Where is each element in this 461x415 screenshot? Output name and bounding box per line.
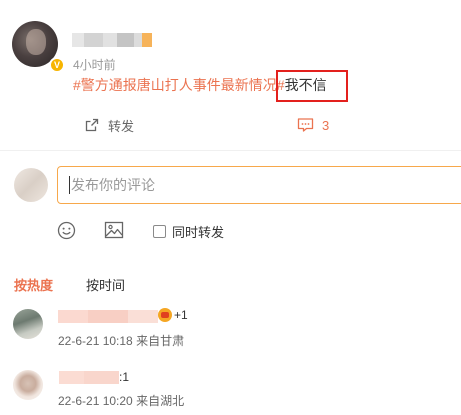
- comment-location: 来自湖北: [136, 394, 185, 408]
- repost-label: 同时转发: [172, 225, 225, 240]
- comment-input-box[interactable]: [57, 166, 461, 204]
- comment-count: 3: [322, 117, 330, 133]
- comment-input[interactable]: [58, 167, 461, 203]
- blurred-name-segment: [88, 310, 128, 323]
- forward-label: 转发: [108, 118, 135, 134]
- emoji-icon[interactable]: [57, 221, 76, 240]
- comment-body: :1: [119, 370, 130, 384]
- comment-date: 22-6-21 10:18: [58, 334, 133, 348]
- tab-sort-hot[interactable]: 按热度: [14, 275, 53, 294]
- comment-icon: [297, 118, 314, 132]
- comment-location: 来自甘肃: [136, 334, 185, 348]
- comment-button[interactable]: 3: [297, 116, 329, 134]
- comment-meta: 22-6-21 10:20 来自湖北: [58, 392, 184, 409]
- current-user-avatar: [14, 168, 48, 202]
- topic-link[interactable]: #警方通报唐山打人事件最新情况#: [73, 77, 285, 93]
- comment-body: +1: [174, 308, 188, 322]
- blurred-name-segment: [83, 33, 104, 47]
- text-caret: [69, 176, 70, 194]
- comment-meta: 22-6-21 10:18 来自甘肃: [58, 332, 184, 349]
- fan-badge-icon: [158, 308, 172, 322]
- highlight-annotation-box: [276, 70, 348, 102]
- image-icon[interactable]: [104, 221, 124, 240]
- commenter-avatar[interactable]: [13, 370, 43, 400]
- forward-icon: [85, 118, 99, 132]
- blurred-name-segment: [58, 310, 88, 323]
- comment-text: :1: [119, 370, 129, 384]
- blurred-name-segment: [72, 33, 84, 47]
- verified-badge: V: [49, 57, 65, 73]
- blurred-name-segment: [142, 33, 152, 47]
- post-author-name[interactable]: [72, 33, 152, 47]
- repost-checkbox[interactable]: 同时转发: [153, 222, 224, 241]
- comment-date: 22-6-21 10:20: [58, 394, 133, 408]
- blurred-name-segment: [128, 310, 158, 323]
- post-time[interactable]: 4小时前: [73, 56, 116, 73]
- blurred-name-segment: [116, 33, 135, 47]
- tab-sort-time[interactable]: 按时间: [86, 275, 125, 294]
- blurred-name-segment: [84, 371, 119, 384]
- divider: [0, 150, 461, 151]
- checkbox-box[interactable]: [153, 225, 166, 238]
- blurred-name-segment: [134, 33, 143, 47]
- forward-button[interactable]: 转发: [84, 116, 134, 134]
- commenter-avatar[interactable]: [13, 309, 43, 339]
- comment-text: +1: [158, 308, 188, 322]
- blurred-name-segment: [59, 371, 84, 384]
- commenter-name[interactable]: [58, 310, 158, 323]
- blurred-name-segment: [103, 33, 117, 47]
- commenter-name[interactable]: [59, 371, 119, 384]
